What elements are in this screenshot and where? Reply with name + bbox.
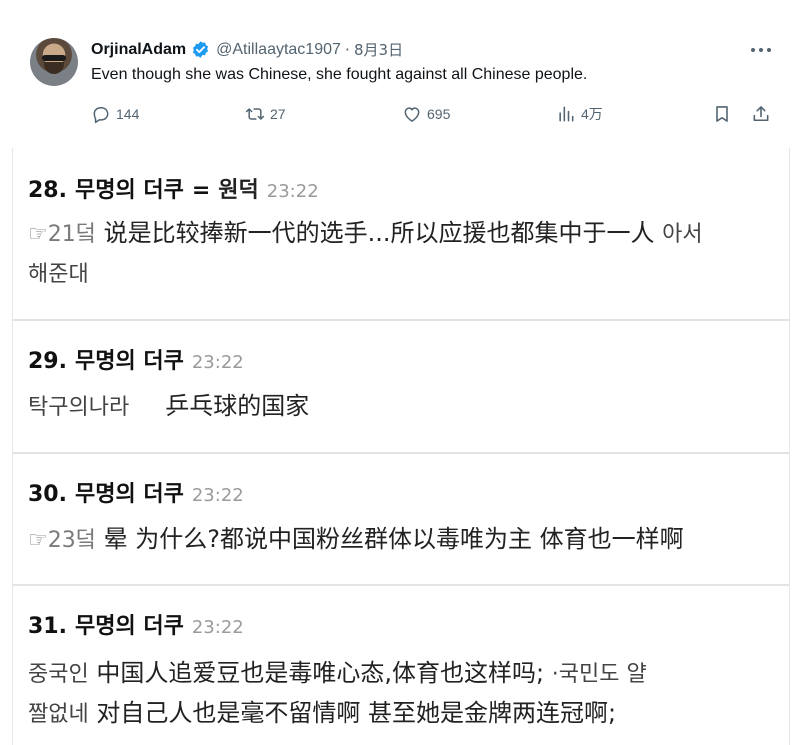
views-button[interactable]: 4万 [556,104,603,124]
post-header: 31. 무명의 더쿠 23:22 [28,608,244,640]
reply-reference: ☞23덬 [28,528,96,553]
post-header: 28. 무명의 더쿠 = 원덕 23:22 [28,172,319,204]
tweet-header: OrjinalAdam @Atillaaytac1907 · 8月3日 [91,39,403,60]
post-text: 说是比较捧新一代的选手...所以应援也都集中于一人 [103,219,655,247]
more-options-icon[interactable] [748,40,774,60]
retweet-icon [245,108,265,120]
post-body: 중국인 中国人追爱豆也是毒唯心态,体育也这样吗; ·국민도 얄 짤없네 对自己人… [28,654,647,734]
author-handle[interactable]: @Atillaaytac1907 [216,41,341,59]
post-text: 中国人追爱豆也是毒唯心态,体育也这样吗; [96,659,545,687]
post-line: 탁구의나라 乒乓球的国家 [28,387,309,427]
tweet-card: OrjinalAdam @Atillaaytac1907 · 8月3日 Even… [0,0,800,140]
post-text-korean: 짤없네 [28,702,89,727]
post-body: ☞23덬 晕 为什么?都说中国粉丝群体以毒唯为主 体育也一样啊 [28,520,684,560]
post-number: 30. [28,482,67,507]
post-text: 乒乓球的国家 [165,392,310,420]
reply-count: 144 [116,106,140,122]
retweet-count: 27 [270,106,286,122]
post-body: 탁구의나라 乒乓球的国家 [28,387,309,427]
post-text: 对自己人也是毫不留情啊 甚至她是金牌两连冠啊; [96,699,617,727]
tweet-actions: 144 27 695 4万 [0,104,800,130]
post-line: 해준대 [28,254,703,294]
like-count: 695 [427,106,451,122]
post-number: 29. [28,349,67,374]
post-number: 28. [28,178,67,203]
post-line: 짤없네 对自己人也是毫不留情啊 甚至她是金牌两连冠啊; [28,694,647,734]
post-line: 중국인 中国人追爱豆也是毒唯心态,体育也这样吗; ·국민도 얄 [28,654,647,694]
tweet-date[interactable]: 8月3日 [354,39,403,60]
bookmark-button[interactable] [712,104,737,124]
post-text: 晕 为什么?都说中国粉丝群体以毒唯为主 体育也一样啊 [103,525,684,553]
post-body: ☞21덬 说是比较捧新一代的选手...所以应援也都集中于一人 아서 해준대 [28,214,703,294]
post-header: 29. 무명의 더쿠 23:22 [28,343,244,375]
post-text-korean: 아서 [662,222,703,247]
post-text-korean: 해준대 [28,262,89,287]
post-separator: = [191,178,211,203]
forum-post: 28. 무명의 더쿠 = 원덕 23:22 ☞21덬 说是比较捧新一代的选手..… [13,148,789,321]
verified-badge-icon [193,41,209,58]
avatar[interactable] [30,38,78,86]
post-time: 23:22 [266,181,319,202]
retweet-button[interactable]: 27 [245,104,286,124]
post-time: 23:22 [191,617,244,638]
like-button[interactable]: 695 [402,104,450,124]
views-count: 4万 [581,106,603,122]
post-line: ☞21덬 说是比较捧新一代的选手...所以应援也都集中于一人 아서 [28,214,703,254]
reply-button[interactable]: 144 [91,104,139,124]
reply-reference: ☞21덬 [28,222,96,247]
share-icon [753,106,769,122]
post-header: 30. 무명의 더쿠 23:22 [28,476,244,508]
separator-dot: · [344,40,350,59]
post-number: 31. [28,614,67,639]
tweet-text: Even though she was Chinese, she fought … [91,66,588,83]
attached-image[interactable]: 28. 무명의 더쿠 = 원덕 23:22 ☞21덬 说是比较捧新一代的选手..… [12,148,790,745]
post-author: 무명의 더쿠 [74,349,184,374]
like-icon [404,107,420,122]
forum-post: 29. 무명의 더쿠 23:22 탁구의나라 乒乓球的国家 [13,321,789,454]
share-button[interactable] [751,104,776,124]
forum-post: 30. 무명의 더쿠 23:22 ☞23덬 晕 为什么?都说中国粉丝群体以毒唯为… [13,454,789,586]
post-time: 23:22 [191,352,244,373]
post-author: 무명의 더쿠 [74,482,184,507]
forum-post: 31. 무명의 더쿠 23:22 중국인 中国人追爱豆也是毒唯心态,体育也这样吗… [13,586,789,745]
post-line: ☞23덬 晕 为什么?都说中国粉丝群体以毒唯为主 体育也一样啊 [28,520,684,560]
author-name[interactable]: OrjinalAdam [91,41,186,59]
post-text-korean: 중국인 [28,662,89,687]
bookmark-icon [716,106,728,122]
post-text-korean: 탁구의나라 [28,395,130,420]
reply-icon [93,107,109,124]
views-icon [559,106,574,122]
post-text-korean: ·국민도 얄 [551,662,647,687]
post-author: 무명의 더쿠 [74,614,184,639]
post-time: 23:22 [191,485,244,506]
post-author-alias: 원덕 [218,178,259,203]
post-author: 무명의 더쿠 [74,178,184,203]
